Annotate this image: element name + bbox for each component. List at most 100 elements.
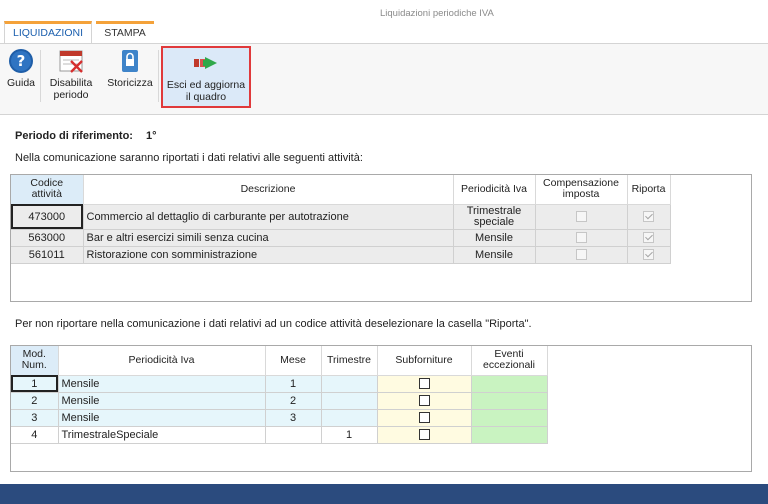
- tab-stampa[interactable]: STAMPA: [96, 21, 154, 44]
- eventi-cell[interactable]: [471, 426, 548, 444]
- col-mod-num: Mod. Num.: [11, 346, 59, 376]
- modules-table: Mod. Num. Periodicità Iva Mese Trimestre…: [11, 346, 548, 444]
- storicizza-button[interactable]: Storicizza: [104, 48, 156, 108]
- help-icon: ?: [9, 49, 33, 73]
- modules-header-row: Mod. Num. Periodicità Iva Mese Trimestre…: [11, 346, 548, 376]
- subforniture-checkbox[interactable]: [418, 395, 430, 407]
- col-riporta: Riporta: [627, 175, 671, 205]
- trimestre-cell[interactable]: [321, 375, 378, 393]
- mod-num-cell[interactable]: 4: [11, 426, 59, 444]
- mod-num-cell[interactable]: 1: [11, 375, 59, 393]
- eventi-cell[interactable]: [471, 392, 548, 410]
- compensazione-checkbox[interactable]: [575, 232, 587, 244]
- periodicita-cell[interactable]: Mensile: [58, 409, 266, 427]
- guida-label: Guida: [6, 77, 36, 89]
- trimestre-cell[interactable]: 1: [321, 426, 378, 444]
- subforniture-checkbox[interactable]: [418, 429, 430, 441]
- compensazione-cell[interactable]: [535, 204, 628, 230]
- subforniture-cell[interactable]: [377, 375, 472, 393]
- mese-cell[interactable]: [265, 426, 322, 444]
- periodicita-line-2: speciale: [473, 215, 515, 228]
- periodicita-cell[interactable]: Trimestrale speciale: [453, 204, 536, 230]
- table-row[interactable]: 473000 Commercio al dettaglio di carbura…: [11, 204, 671, 230]
- descrizione-cell[interactable]: Ristorazione con somministrazione: [83, 246, 454, 264]
- table-row[interactable]: 3 Mensile 3: [11, 409, 548, 427]
- col-periodicita-iva: Periodicità Iva: [453, 175, 536, 205]
- compensazione-checkbox[interactable]: [575, 249, 587, 261]
- subforniture-cell[interactable]: [377, 426, 472, 444]
- window-title: Liquidazioni periodiche IVA: [380, 8, 494, 19]
- periodicita-cell[interactable]: Mensile: [453, 246, 536, 264]
- disabilita-label-1: Disabilita: [49, 77, 93, 89]
- mod-num-cell[interactable]: 2: [11, 392, 59, 410]
- riporta-cell[interactable]: [627, 246, 671, 264]
- activities-panel: Codice attività Descrizione Periodicità …: [10, 174, 752, 302]
- codice-cell[interactable]: 563000: [11, 229, 84, 247]
- subforniture-checkbox[interactable]: [418, 378, 430, 390]
- svg-text:?: ?: [17, 52, 26, 70]
- codice-cell[interactable]: 473000: [11, 204, 84, 230]
- guida-button[interactable]: ? Guida: [4, 48, 38, 108]
- ribbon-toolbar: ? Guida Disabilita periodo Storicizza Es…: [0, 43, 768, 115]
- descrizione-cell[interactable]: Commercio al dettaglio di carburante per…: [83, 204, 454, 230]
- col-trimestre: Trimestre: [321, 346, 378, 376]
- col-descrizione: Descrizione: [83, 175, 454, 205]
- riporta-cell[interactable]: [627, 229, 671, 247]
- esci-aggiorna-quadro-button[interactable]: Esci ed aggiorna il quadro: [161, 46, 251, 108]
- separator: [40, 50, 41, 102]
- col-periodicita-iva: Periodicità Iva: [58, 346, 266, 376]
- riporta-checkbox[interactable]: [643, 249, 654, 261]
- col-mese: Mese: [265, 346, 322, 376]
- period-reference: Periodo di riferimento: 1°: [15, 130, 157, 142]
- mese-cell[interactable]: 3: [265, 409, 322, 427]
- subforniture-cell[interactable]: [377, 409, 472, 427]
- trimestre-cell[interactable]: [321, 392, 378, 410]
- riporta-cell[interactable]: [627, 204, 671, 230]
- lock-file-icon: [122, 50, 138, 72]
- subforniture-cell[interactable]: [377, 392, 472, 410]
- mese-cell[interactable]: 1: [265, 375, 322, 393]
- table-row[interactable]: 563000 Bar e altri esercizi simili senza…: [11, 229, 671, 247]
- col-mod-label-2: Num.: [21, 359, 47, 372]
- periodicita-cell[interactable]: Mensile: [58, 392, 266, 410]
- disabilita-label-2: periodo: [53, 89, 89, 101]
- esci-label-1: Esci ed aggiorna: [166, 79, 246, 91]
- descrizione-cell[interactable]: Bar e altri esercizi simili senza cucina: [83, 229, 454, 247]
- eventi-cell[interactable]: [471, 375, 548, 393]
- eventi-cell[interactable]: [471, 409, 548, 427]
- separator: [158, 50, 159, 102]
- col-codice-attivita: Codice attività: [11, 175, 84, 205]
- tab-liquidazioni[interactable]: LIQUIDAZIONI: [4, 21, 92, 44]
- table-row[interactable]: 1 Mensile 1: [11, 375, 548, 393]
- subforniture-checkbox[interactable]: [418, 412, 430, 424]
- esci-label-2: il quadro: [185, 91, 227, 103]
- period-label: Periodo di riferimento:: [15, 130, 133, 142]
- riporta-checkbox[interactable]: [643, 232, 654, 244]
- compensazione-checkbox[interactable]: [575, 211, 587, 223]
- period-value: 1°: [146, 130, 157, 142]
- ribbon-tab-strip: LIQUIDAZIONI STAMPA Liquidazioni periodi…: [0, 0, 768, 44]
- table-row[interactable]: 4 TrimestraleSpeciale 1: [11, 426, 548, 444]
- table-row[interactable]: 2 Mensile 2: [11, 392, 548, 410]
- col-codice-label-2: attività: [31, 188, 62, 201]
- disabilita-periodo-button[interactable]: Disabilita periodo: [45, 48, 97, 108]
- periodicita-cell[interactable]: Mensile: [453, 229, 536, 247]
- disable-calendar-icon: [59, 50, 83, 73]
- riporta-checkbox[interactable]: [643, 211, 654, 223]
- col-subforniture: Subforniture: [377, 346, 472, 376]
- col-eventi-label-2: eccezionali: [483, 359, 535, 372]
- compensazione-cell[interactable]: [535, 246, 628, 264]
- periodicita-cell[interactable]: Mensile: [58, 375, 266, 393]
- col-compensazione-imposta: Compensazione imposta: [535, 175, 628, 205]
- intro-text: Nella comunicazione saranno riportati i …: [15, 152, 363, 164]
- mese-cell[interactable]: 2: [265, 392, 322, 410]
- trimestre-cell[interactable]: [321, 409, 378, 427]
- table-row[interactable]: 561011 Ristorazione con somministrazione…: [11, 246, 671, 264]
- codice-cell[interactable]: 561011: [11, 246, 84, 264]
- compensazione-cell[interactable]: [535, 229, 628, 247]
- mod-num-cell[interactable]: 3: [11, 409, 59, 427]
- periodicita-cell[interactable]: TrimestraleSpeciale: [58, 426, 266, 444]
- storicizza-label: Storicizza: [107, 77, 153, 89]
- activities-header-row: Codice attività Descrizione Periodicità …: [11, 175, 671, 205]
- riporta-note: Per non riportare nella comunicazione i …: [15, 318, 532, 330]
